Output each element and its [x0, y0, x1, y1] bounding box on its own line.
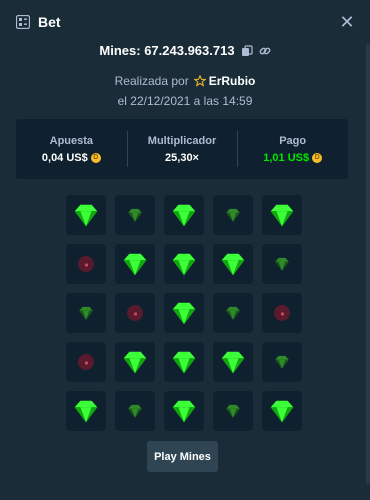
board-tile: [262, 293, 302, 333]
bet-id-row: Mines: 67.243.963.713: [0, 43, 370, 58]
board-tile: [66, 244, 106, 284]
username[interactable]: ErRubio: [209, 74, 256, 88]
bet-id: Mines: 67.243.963.713: [99, 43, 235, 58]
gem-icon: [221, 351, 245, 374]
gem-icon: [226, 306, 240, 320]
payout-value: 1,01 US$: [263, 151, 310, 164]
gem-icon: [123, 253, 147, 276]
board-tile: [66, 342, 106, 382]
board-tile: [262, 195, 302, 235]
bet-slip-icon: [16, 15, 30, 29]
modal-title: Bet: [38, 14, 61, 30]
board-tile: [262, 342, 302, 382]
gem-icon: [226, 208, 240, 222]
board-tile: [213, 342, 253, 382]
payout-label: Pago: [279, 134, 307, 147]
board-tile: [115, 342, 155, 382]
board-tile: [213, 244, 253, 284]
board-tile: [213, 195, 253, 235]
gem-icon: [275, 355, 289, 369]
gem-icon: [275, 257, 289, 271]
gem-icon: [172, 400, 196, 423]
gem-icon: [221, 253, 245, 276]
gem-icon: [74, 204, 98, 227]
gem-icon: [172, 351, 196, 374]
bet-stats-panel: Apuesta 0,04 US$ D Multiplicador 25,30× …: [16, 119, 348, 179]
board-tile: [115, 391, 155, 431]
board-tile: [66, 391, 106, 431]
copy-icon[interactable]: [241, 44, 253, 57]
wager-value: 0,04 US$: [41, 151, 88, 164]
gem-icon: [172, 204, 196, 227]
placed-by-label: Realizada por: [114, 74, 189, 88]
play-mines-button[interactable]: Play Mines: [147, 441, 218, 472]
bet-date: el 22/12/2021 a las 14:59: [117, 94, 253, 108]
placed-by-row: Realizada por ErRubio: [0, 74, 370, 88]
close-icon[interactable]: ✕: [338, 12, 356, 32]
coin-icon: D: [90, 152, 101, 163]
gem-icon: [74, 400, 98, 423]
gem-icon: [172, 302, 196, 325]
modal-header: Bet ✕: [0, 0, 370, 44]
gem-icon: [128, 404, 142, 418]
board-tile: [115, 293, 155, 333]
board-tile: [164, 391, 204, 431]
gem-icon: [79, 306, 93, 320]
board-tile: [164, 342, 204, 382]
board-tile: [164, 195, 204, 235]
payout-value-row: 1,01 US$ D: [263, 151, 323, 164]
board-tile: [262, 391, 302, 431]
board-tile: [115, 244, 155, 284]
gem-icon: [123, 351, 147, 374]
mine-icon: [78, 256, 94, 272]
gem-icon: [172, 253, 196, 276]
multiplier-value: 25,30×: [165, 151, 199, 164]
gem-icon: [128, 208, 142, 222]
mine-icon: [78, 354, 94, 370]
gem-icon: [226, 404, 240, 418]
board-tile: [213, 293, 253, 333]
wager-label: Apuesta: [49, 134, 94, 147]
scrollbar[interactable]: [366, 44, 370, 484]
gem-icon: [270, 204, 294, 227]
gem-icon: [270, 400, 294, 423]
coin-icon: D: [312, 152, 323, 163]
board-tile: [115, 195, 155, 235]
board-tile: [66, 293, 106, 333]
mine-icon: [127, 305, 143, 321]
board-tile: [164, 244, 204, 284]
board-tile: [66, 195, 106, 235]
mines-board: [66, 195, 302, 431]
board-tile: [213, 391, 253, 431]
mine-icon: [274, 305, 290, 321]
payout-stat: Pago 1,01 US$ D: [237, 119, 348, 179]
multiplier-stat: Multiplicador 25,30×: [126, 119, 238, 179]
wager-stat: Apuesta 0,04 US$ D: [16, 119, 127, 179]
board-tile: [164, 293, 204, 333]
wager-value-row: 0,04 US$ D: [42, 152, 101, 164]
multiplier-label: Multiplicador: [147, 134, 217, 147]
board-tile: [262, 244, 302, 284]
star-icon: [193, 75, 206, 87]
link-icon[interactable]: [259, 45, 271, 57]
